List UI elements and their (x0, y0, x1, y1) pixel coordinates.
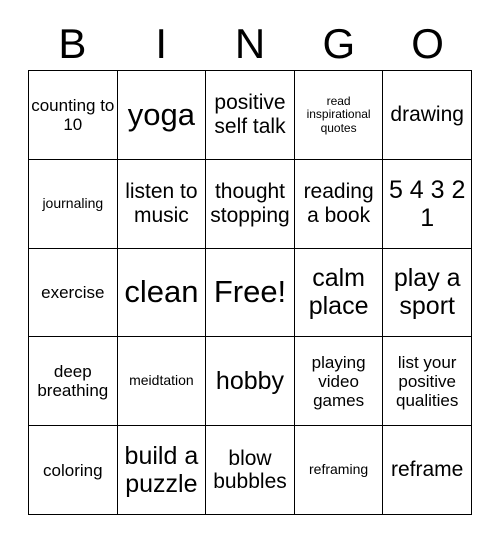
bingo-cell-label: build a puzzle (124, 442, 199, 499)
bingo-cell-label: reframe (391, 458, 464, 482)
bingo-cell-label: read inspirational quotes (306, 93, 371, 135)
bingo-cell-label: reframing (309, 461, 369, 478)
bingo-cell[interactable]: deep breathing (29, 337, 118, 427)
bingo-cell[interactable]: reframing (294, 426, 384, 515)
bingo-cell[interactable]: play a sport (383, 248, 472, 338)
bingo-cell[interactable]: build a puzzle (117, 426, 207, 515)
bingo-cell-label: playing video games (311, 352, 366, 410)
bingo-cell[interactable]: blow bubbles (206, 426, 295, 515)
bingo-grid: counting to 10 yoga positive self talk r… (28, 70, 472, 515)
bingo-cell-label: counting to 10 (31, 95, 115, 134)
bingo-card: B I N G O counting to 10 yoga positive s… (0, 0, 500, 544)
bingo-cell[interactable]: drawing (383, 71, 472, 160)
bingo-cell-label: coloring (43, 460, 103, 480)
bingo-cell-label: exercise (41, 282, 105, 302)
bingo-cell[interactable]: reading a book (294, 159, 384, 249)
bingo-cell-label: deep breathing (37, 362, 109, 401)
bingo-cell[interactable]: 5 4 3 2 1 (383, 159, 472, 249)
bingo-cell-label: positive self talk (214, 91, 286, 138)
bingo-cell-free[interactable]: Free! (206, 248, 295, 338)
bingo-cell[interactable]: calm place (294, 248, 384, 338)
bingo-cell[interactable]: yoga (117, 71, 207, 160)
bingo-cell[interactable]: exercise (29, 248, 118, 338)
bingo-cell-label: meidtation (129, 372, 194, 389)
bingo-cell-label: journaling (42, 194, 104, 211)
bingo-cell[interactable]: clean (117, 248, 207, 338)
header-letter-g: G (322, 20, 356, 67)
bingo-cell-label: calm place (308, 264, 369, 321)
bingo-cell-label: 5 4 3 2 1 (388, 175, 466, 232)
bingo-cell-label: clean (124, 274, 199, 310)
bingo-cell[interactable]: playing video games (294, 337, 384, 427)
bingo-cell[interactable]: thought stopping (206, 159, 295, 249)
bingo-cell-label: hobby (215, 367, 285, 396)
bingo-cell-label: play a sport (393, 264, 461, 321)
bingo-cell-label: yoga (127, 96, 195, 132)
header-letter-i: I (155, 20, 168, 67)
bingo-cell-label: drawing (390, 103, 464, 127)
bingo-cell-label: reading a book (303, 180, 374, 227)
bingo-cell[interactable]: hobby (206, 337, 295, 427)
header-letter-o: O (411, 20, 444, 67)
bingo-cell[interactable]: read inspirational quotes (294, 71, 384, 160)
bingo-cell[interactable]: meidtation (117, 337, 207, 427)
bingo-cell[interactable]: counting to 10 (29, 71, 118, 160)
bingo-cell[interactable]: positive self talk (206, 71, 295, 160)
header-letter-b: B (58, 20, 87, 67)
bingo-cell-label: Free! (213, 274, 287, 310)
bingo-cell-label: listen to music (125, 180, 198, 227)
header-letter-n: N (234, 20, 266, 67)
bingo-cell-label: blow bubbles (213, 446, 287, 494)
bingo-cell[interactable]: list your positive qualities (383, 337, 472, 427)
bingo-cell-label: list your positive qualities (396, 352, 459, 410)
bingo-header-row: B I N G O (28, 18, 472, 70)
bingo-cell[interactable]: journaling (29, 159, 118, 249)
bingo-cell[interactable]: reframe (383, 426, 472, 515)
bingo-cell-label: thought stopping (210, 180, 290, 227)
bingo-cell[interactable]: listen to music (117, 159, 207, 249)
bingo-cell[interactable]: coloring (29, 426, 118, 515)
